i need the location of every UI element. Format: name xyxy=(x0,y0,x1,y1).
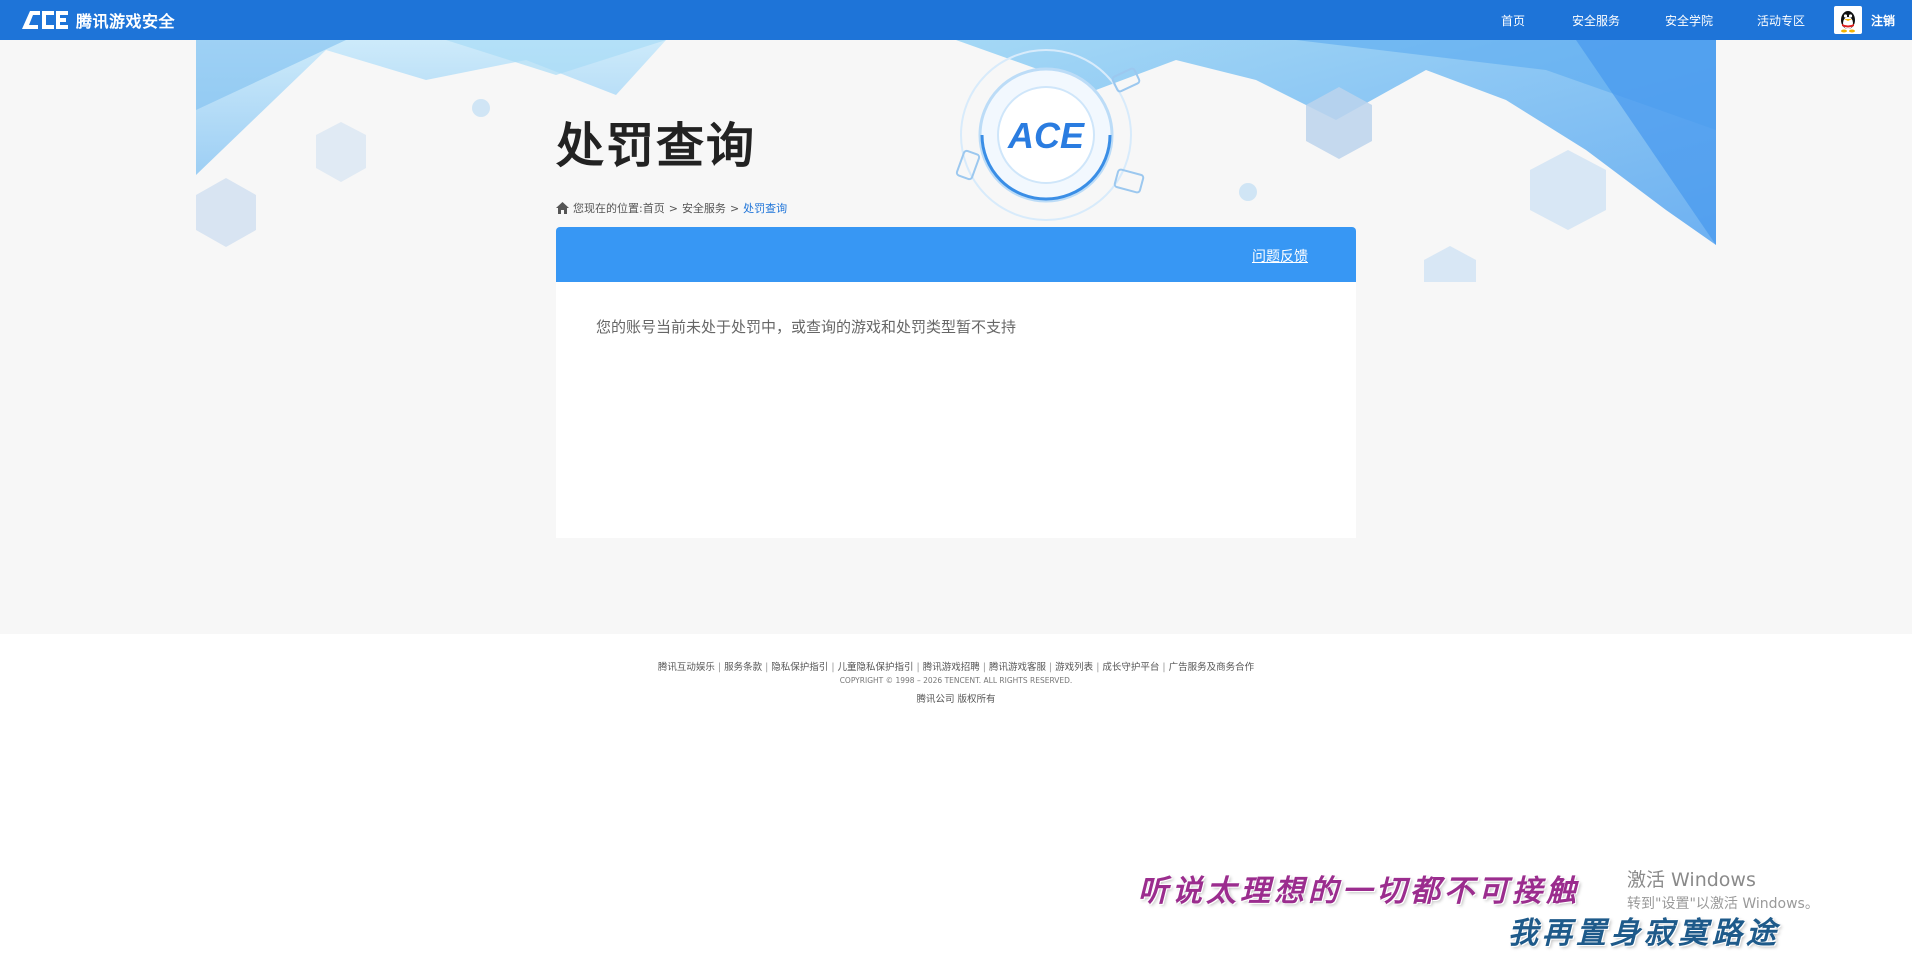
footer-link-terms[interactable]: 服务条款 xyxy=(724,662,762,673)
breadcrumb-separator: > xyxy=(729,201,740,215)
footer-link-tencent-games[interactable]: 腾讯互动娱乐 xyxy=(658,662,715,673)
footer-link-parental-guard[interactable]: 成长守护平台 xyxy=(1102,662,1159,673)
breadcrumb-prefix: 您现在的位置: xyxy=(573,202,643,215)
site-logo-text: 腾讯游戏安全 xyxy=(76,12,176,31)
footer-link-game-list[interactable]: 游戏列表 xyxy=(1055,662,1093,673)
footer-link-careers[interactable]: 腾讯游戏招聘 xyxy=(923,662,980,673)
breadcrumb-separator: > xyxy=(668,201,678,215)
qq-avatar-icon[interactable] xyxy=(1834,6,1862,34)
home-icon xyxy=(556,202,569,214)
result-panel-body: 您的账号当前未处于处罚中，或查询的游戏和处罚类型暂不支持 xyxy=(556,282,1356,538)
site-logo[interactable]: 腾讯游戏安全 xyxy=(20,7,175,33)
nav-item-security-academy[interactable]: 安全学院 xyxy=(1665,0,1713,40)
nav-item-events[interactable]: 活动专区 xyxy=(1757,0,1805,40)
footer-link-business[interactable]: 广告服务及商务合作 xyxy=(1169,662,1255,673)
top-nav-bar: 腾讯游戏安全 首页 安全服务 安全学院 活动专区 注销 xyxy=(0,0,1912,40)
footer-link-privacy[interactable]: 隐私保护指引 xyxy=(771,662,828,673)
footer-link-child-privacy[interactable]: 儿童隐私保护指引 xyxy=(838,662,914,673)
result-panel-header: 问题反馈 xyxy=(556,227,1356,282)
footer-owner: 腾讯公司 版权所有 xyxy=(916,694,996,705)
feedback-link[interactable]: 问题反馈 xyxy=(1252,246,1308,266)
footer-links: 腾讯互动娱乐 | 服务条款 | 隐私保护指引 | 儿童隐私保护指引 | 腾讯游戏招聘 | 腾讯游戏客… xyxy=(657,662,1255,673)
breadcrumb: 您现在的位置: 首页 > 安全服务 > 处罚查询 xyxy=(556,200,787,216)
breadcrumb-current: 处罚查询 xyxy=(743,202,788,215)
desktop-lyric-line-1: 听说太理想的一切都不可接触 xyxy=(1138,874,1580,909)
breadcrumb-home[interactable]: 首页 xyxy=(643,200,665,216)
footer-link-support[interactable]: 腾讯游戏客服 xyxy=(989,662,1046,673)
nav-item-security-services[interactable]: 安全服务 xyxy=(1572,0,1620,40)
desktop-lyric-line-2: 我再置身寂寞路途 xyxy=(1508,916,1780,951)
footer-copyright: COPYRIGHT © 1998 – 2026 TENCENT. ALL RIG… xyxy=(839,676,1073,685)
windows-activation-subtitle: 转到"设置"以激活 Windows。 xyxy=(1627,896,1819,912)
page-title: 处罚查询 xyxy=(556,118,757,174)
windows-activation-title: 激活 Windows xyxy=(1627,869,1756,891)
result-message: 您的账号当前未处于处罚中，或查询的游戏和处罚类型暂不支持 xyxy=(596,318,1017,336)
nav-item-home[interactable]: 首页 xyxy=(1501,0,1525,40)
banner-ace-logo: ACE xyxy=(1007,115,1085,156)
breadcrumb-security-services[interactable]: 安全服务 xyxy=(682,200,726,216)
ace-logo-icon xyxy=(22,11,68,29)
logout-link[interactable]: 注销 xyxy=(1871,0,1895,40)
